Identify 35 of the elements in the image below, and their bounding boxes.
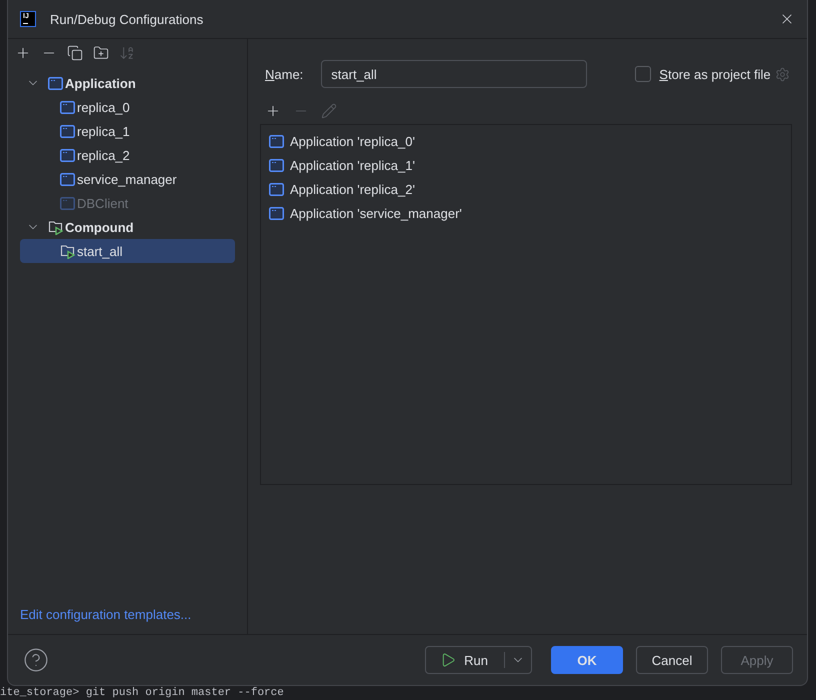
tree-item[interactable]: replica_0 xyxy=(20,95,235,119)
edit-templates-link[interactable]: Edit configuration templates... xyxy=(20,607,247,622)
window-icon xyxy=(60,100,75,114)
copy-icon[interactable] xyxy=(65,43,85,63)
window-icon xyxy=(269,182,284,196)
tree-item[interactable]: replica_1 xyxy=(20,119,235,143)
tree-item[interactable]: replica_2 xyxy=(20,143,235,167)
run-button[interactable]: Run xyxy=(426,647,504,673)
terminal-line: ite_storage> git push origin master --force xyxy=(0,687,284,700)
name-label: Name: xyxy=(265,66,304,82)
window-icon xyxy=(60,172,75,186)
store-label: Store as project file xyxy=(659,66,771,82)
name-field[interactable]: start_all xyxy=(321,60,588,88)
configuration-item[interactable]: Application 'replica_1' xyxy=(290,158,415,172)
help-icon[interactable] xyxy=(23,647,49,673)
window-title: Run/Debug Configurations xyxy=(50,12,204,26)
tree-group[interactable]: Compound xyxy=(20,215,235,239)
checkbox[interactable] xyxy=(635,66,652,82)
window-icon xyxy=(269,206,284,220)
tree-item[interactable]: service_manager xyxy=(20,167,235,191)
play-icon xyxy=(440,652,456,668)
window-icon xyxy=(269,158,284,172)
cancel-button[interactable]: Cancel xyxy=(636,646,708,674)
window-icon xyxy=(60,196,75,210)
folder-play-icon xyxy=(60,243,76,259)
folder-play-icon xyxy=(48,219,64,235)
configuration-item[interactable]: Application 'replica_0' xyxy=(290,134,415,148)
window-icon xyxy=(60,124,75,138)
window-icon xyxy=(60,148,75,162)
window-icon xyxy=(48,76,63,90)
tree-item[interactable]: start_all xyxy=(20,239,235,263)
tree-group[interactable]: Application xyxy=(20,71,235,95)
configuration-item[interactable]: Application 'replica_2' xyxy=(290,182,415,196)
configuration-item[interactable]: Application 'service_manager' xyxy=(290,206,462,220)
window-icon xyxy=(269,134,284,148)
